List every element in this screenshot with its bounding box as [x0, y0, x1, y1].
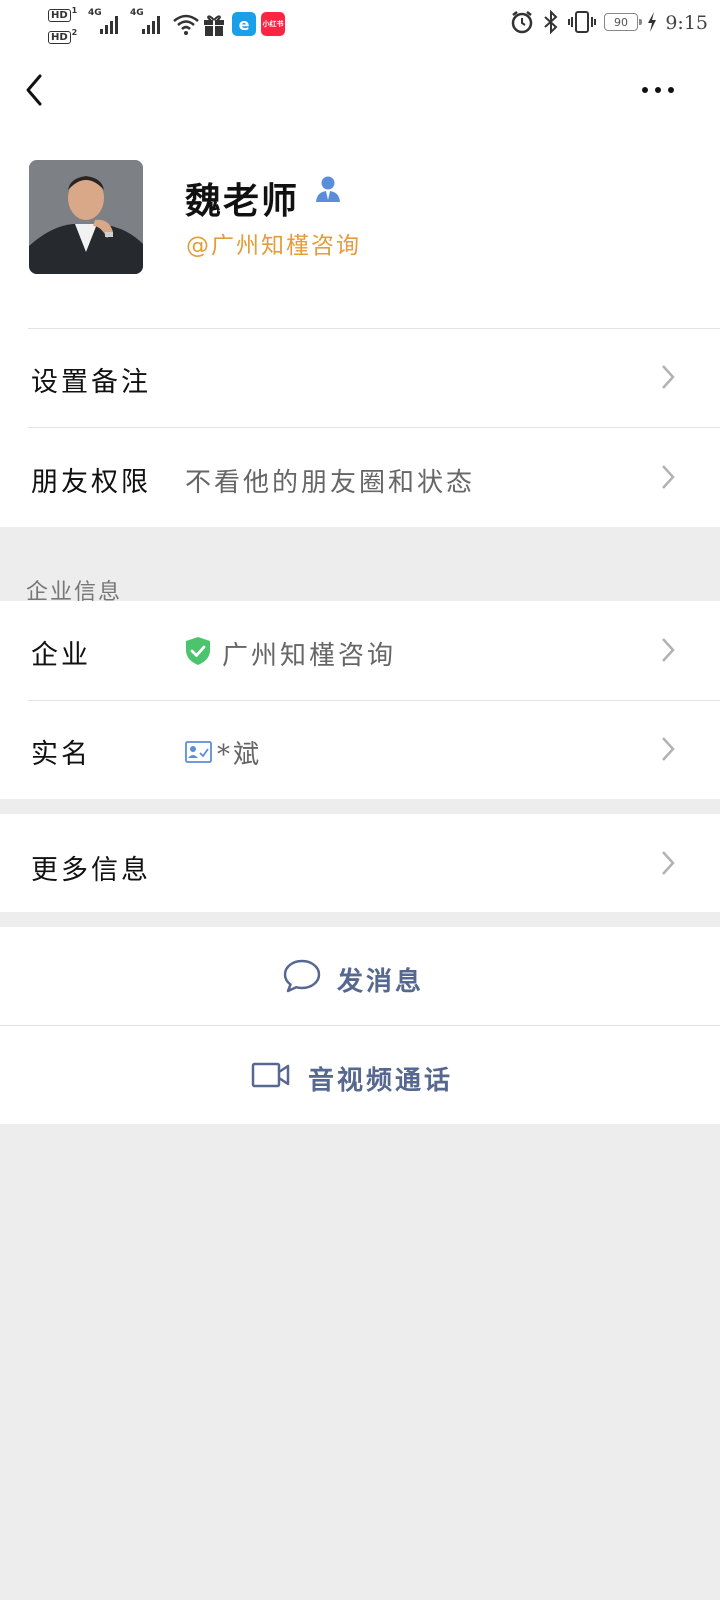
- send-message-label: 发消息: [337, 967, 425, 997]
- chevron-right-icon: [662, 851, 675, 875]
- enterprise-group: 企业 广州知槿咨询 实名 *斌: [0, 601, 720, 799]
- status-time: 9:15: [665, 12, 708, 34]
- send-message-button[interactable]: 发消息: [0, 927, 720, 1025]
- remark-row[interactable]: 设置备注: [0, 328, 720, 428]
- profile-header: 魏老师 @广州知槿咨询: [0, 130, 720, 328]
- app-badge-1-label: e: [238, 14, 250, 34]
- more-info-row[interactable]: 更多信息: [0, 814, 720, 914]
- signal-2-icon: 4G: [130, 6, 166, 36]
- permission-value: 不看他的朋友圈和状态: [185, 468, 476, 498]
- chevron-right-icon: [662, 465, 675, 489]
- person-icon: [316, 176, 340, 202]
- status-right: 90 9:15: [510, 10, 708, 34]
- realname-label: 实名: [31, 739, 91, 770]
- video-camera-icon: [251, 1062, 290, 1088]
- company-value: 广州知槿咨询: [222, 641, 397, 671]
- company-tag[interactable]: @广州知槿咨询: [186, 226, 361, 260]
- shield-check-icon: [186, 637, 210, 665]
- permission-row[interactable]: 朋友权限 不看他的朋友圈和状态: [0, 428, 720, 528]
- vibrate-icon: [568, 11, 596, 33]
- permission-label: 朋友权限: [31, 467, 151, 498]
- id-card-icon: [185, 741, 212, 763]
- settings-group: 设置备注 朋友权限 不看他的朋友圈和状态: [0, 328, 720, 527]
- app-badge-1-icon: e: [232, 12, 256, 36]
- chevron-right-icon: [662, 638, 675, 662]
- chat-bubble-icon: [283, 959, 321, 993]
- gift-icon: [204, 15, 224, 36]
- hd1-indicator: HD 1: [48, 6, 78, 22]
- signal-1-icon: 4G: [88, 6, 124, 36]
- battery-icon: 90: [604, 13, 642, 31]
- back-arrow-icon[interactable]: [20, 70, 50, 110]
- bluetooth-icon: [544, 10, 558, 34]
- wifi-icon: [173, 14, 199, 35]
- video-call-label: 音视频通话: [308, 1066, 454, 1096]
- app-badge-2-label: 小红书: [262, 20, 284, 28]
- avatar[interactable]: [29, 160, 143, 274]
- hd2-label: HD: [48, 30, 71, 44]
- battery-level: 90: [614, 15, 628, 29]
- realname-row[interactable]: 实名 *斌: [0, 700, 720, 800]
- app-badge-2-icon: 小红书: [261, 12, 285, 36]
- hd2-indicator: HD 2: [48, 28, 78, 44]
- alarm-icon: [511, 11, 533, 34]
- chevron-right-icon: [662, 737, 675, 761]
- more-info-label: 更多信息: [31, 855, 151, 886]
- company-label: 企业: [31, 640, 91, 671]
- video-call-button[interactable]: 音视频通话: [0, 1026, 720, 1124]
- chevron-right-icon: [662, 365, 675, 389]
- avatar-photo: [29, 160, 143, 274]
- realname-value: *斌: [217, 740, 263, 770]
- nav-bar: [0, 50, 720, 130]
- contact-name: 魏老师: [185, 180, 300, 222]
- status-bar: HD 1 HD 2 4G 4G e 小红书 90 9:15: [0, 0, 720, 50]
- more-info-group: 更多信息: [0, 814, 720, 912]
- remark-label: 设置备注: [31, 367, 151, 398]
- charging-icon: [648, 12, 656, 32]
- more-dots-icon[interactable]: [638, 80, 678, 100]
- hd2-sub: 2: [71, 28, 78, 37]
- hd1-label: HD: [48, 8, 71, 22]
- company-row[interactable]: 企业 广州知槿咨询: [0, 601, 720, 701]
- hd1-sub: 1: [71, 6, 78, 15]
